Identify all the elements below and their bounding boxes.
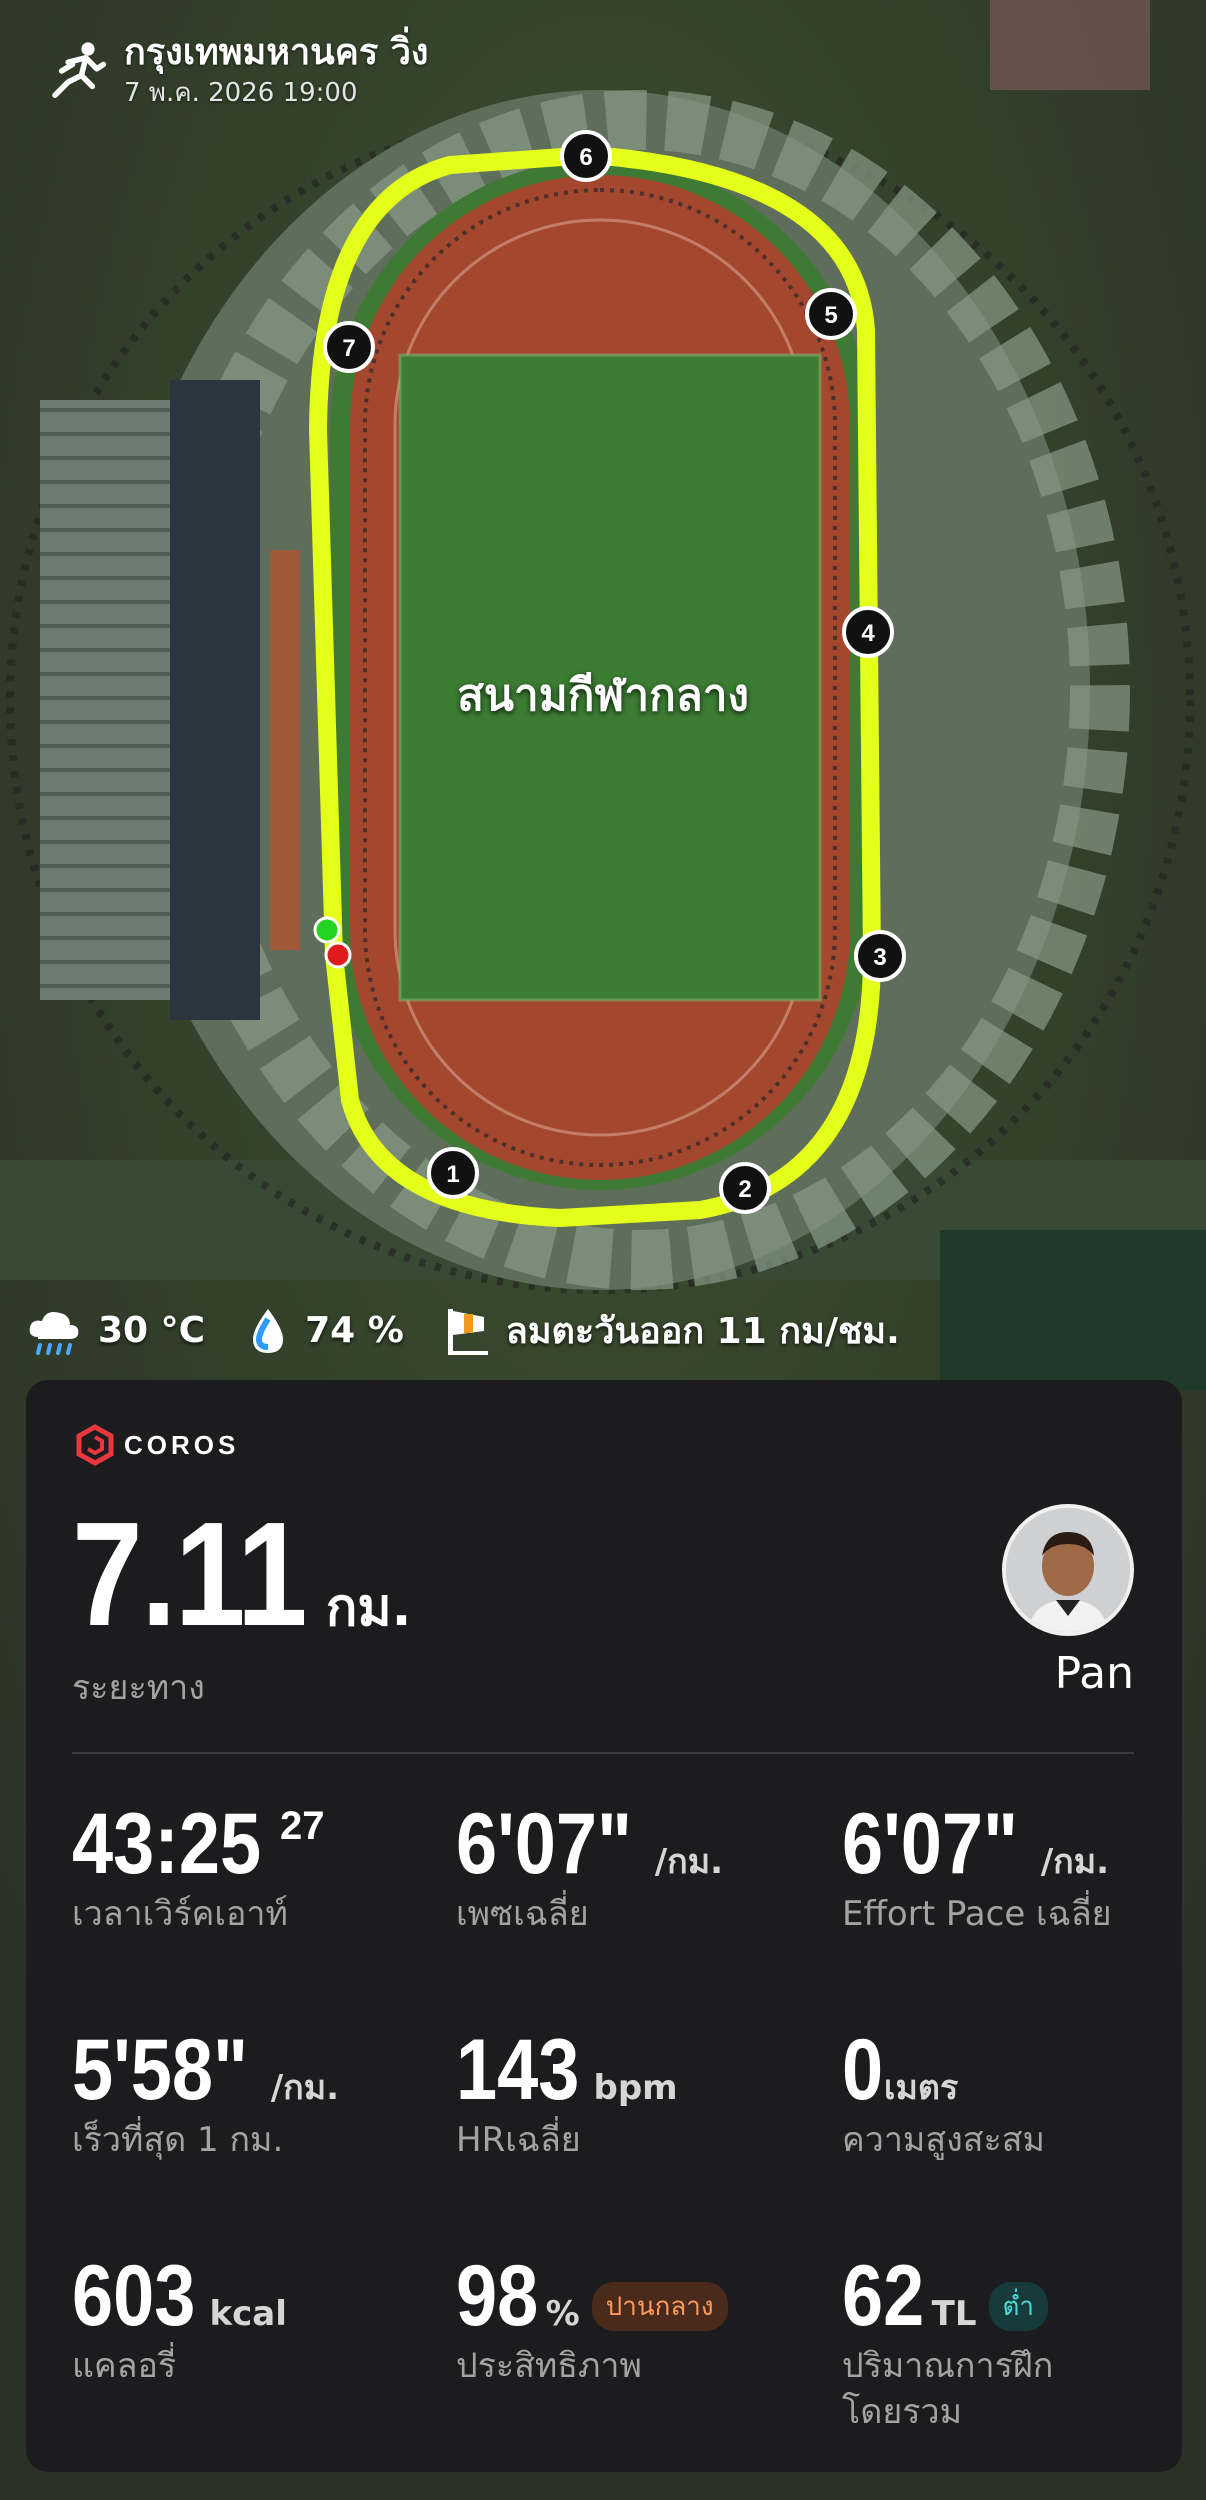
stat-value: 6'07"	[456, 1796, 633, 1892]
stat-training-load: 62 TL ต่ำ ปริมาณการฝึก โดยรวม	[842, 2250, 1053, 2434]
user-photo	[1006, 1508, 1130, 1632]
stat-avg-pace: 6'07" /กม. เพซเฉลี่ย	[456, 1798, 723, 1936]
km-marker-1: 1	[427, 1147, 479, 1199]
stat-label: ความสูงสะสม	[842, 2120, 1045, 2160]
efficiency-badge: ปานกลาง	[591, 2282, 728, 2331]
stat-value: 0	[842, 2022, 884, 2118]
svg-text:1: 1	[446, 1161, 459, 1188]
svg-text:3: 3	[873, 944, 886, 971]
map-place-label: สนามกีฬากลาง	[457, 670, 749, 721]
stat-unit: /กม.	[270, 2068, 340, 2108]
svg-text:5: 5	[824, 302, 837, 329]
activity-title: กรุงเทพมหานคร วิ่ง	[124, 32, 429, 73]
activity-header: กรุงเทพมหานคร วิ่ง 7 พ.ค. 2026 19:00	[44, 30, 429, 110]
stat-label: HRเฉลี่ย	[456, 2120, 581, 2160]
stat-unit: bpm	[593, 2068, 678, 2108]
stat-label: เวลาเวิร์คเอาท์	[72, 1894, 288, 1934]
avatar[interactable]	[1002, 1504, 1134, 1636]
stat-label: แคลอรี่	[72, 2346, 177, 2386]
km-marker-4: 4	[842, 606, 894, 658]
temperature-value: 30 °C	[98, 1310, 206, 1351]
humidity-drop-icon	[253, 1308, 284, 1353]
windsock-icon	[447, 1308, 488, 1355]
km-marker-5: 5	[805, 288, 857, 340]
coros-hexagon-icon	[76, 1424, 114, 1466]
km-marker-2: 2	[719, 1162, 771, 1214]
stat-label: เพซเฉลี่ย	[456, 1894, 589, 1934]
weather-row: 30 °C 74 % ลมตะวันออก 11 กม/ชม.	[24, 1302, 940, 1359]
stat-value: 5'58"	[72, 2022, 249, 2118]
stat-calories: 603 kcal แคลอรี่	[72, 2250, 287, 2388]
stat-unit: kcal	[209, 2294, 287, 2334]
stat-value: 98	[456, 2248, 539, 2344]
stat-fastest-km: 5'58" /กม. เร็วที่สุด 1 กม.	[72, 2024, 339, 2162]
distance-value-row: 7.11 กม.	[72, 1500, 411, 1650]
user-name: Pan	[1054, 1648, 1134, 1699]
stat-label-line2: โดยรวม	[842, 2392, 963, 2432]
wind-value: ลมตะวันออก 11 กม/ชม.	[505, 1311, 900, 1352]
stat-value: 143	[456, 2022, 580, 2118]
training-load-badge: ต่ำ	[988, 2282, 1049, 2331]
stat-unit: TL	[931, 2294, 977, 2334]
rain-cloud-icon	[29, 1311, 79, 1355]
stat-unit: /กม.	[1040, 1842, 1110, 1882]
km-marker-7: 7	[323, 321, 375, 373]
distance-label: ระยะทาง	[72, 1668, 205, 1708]
stat-value: 6'07"	[842, 1796, 1019, 1892]
stat-value: 603	[72, 2248, 196, 2344]
stat-effort-pace: 6'07" /กม. Effort Pace เฉลี่ย	[842, 1798, 1112, 1936]
activity-datetime: 7 พ.ค. 2026 19:00	[124, 78, 358, 108]
stat-label: Effort Pace เฉลี่ย	[842, 1894, 1112, 1934]
activity-summary-card: COROS 7.11 กม. ระยะทาง Pan 43:25 27 เวลา…	[26, 1380, 1182, 2472]
divider	[72, 1752, 1134, 1754]
km-marker-6: 6	[560, 130, 612, 182]
weather-humidity: 74 %	[245, 1305, 404, 1357]
stat-value: 62	[842, 2248, 925, 2344]
stat-sup: 27	[279, 1804, 325, 1848]
stat-label: เร็วที่สุด 1 กม.	[72, 2120, 284, 2160]
distance-unit: กม.	[325, 1578, 412, 1638]
svg-text:6: 6	[579, 144, 592, 171]
stat-label: ประสิทธิภาพ	[456, 2346, 642, 2386]
brand-name: COROS	[124, 1429, 240, 1460]
svg-text:4: 4	[861, 620, 875, 647]
humidity-value: 74 %	[305, 1310, 404, 1351]
stat-value: 43:25	[72, 1796, 262, 1892]
stat-unit: เมตร	[883, 2068, 959, 2108]
distance-value: 7.11	[72, 1492, 308, 1657]
coros-logo: COROS	[74, 1424, 239, 1466]
stat-unit: %	[545, 2294, 580, 2334]
stat-avg-hr: 143 bpm HRเฉลี่ย	[456, 2024, 678, 2162]
start-marker	[313, 916, 341, 944]
km-marker-3: 3	[854, 930, 906, 982]
stat-elevation-gain: 0 เมตร ความสูงสะสม	[842, 2024, 1045, 2162]
svg-text:2: 2	[738, 1176, 751, 1203]
end-marker	[324, 941, 352, 969]
stat-label: ปริมาณการฝึก	[842, 2346, 1054, 2386]
svg-text:7: 7	[342, 335, 355, 362]
stat-efficiency: 98 % ปานกลาง ประสิทธิภาพ	[456, 2250, 728, 2388]
weather-wind: ลมตะวันออก 11 กม/ชม.	[444, 1302, 900, 1359]
weather-temperature: 30 °C	[24, 1305, 205, 1357]
stat-workout-time: 43:25 27 เวลาเวิร์คเอาท์	[72, 1798, 324, 1936]
running-person-icon	[52, 42, 107, 98]
stat-unit: /กม.	[654, 1842, 724, 1882]
